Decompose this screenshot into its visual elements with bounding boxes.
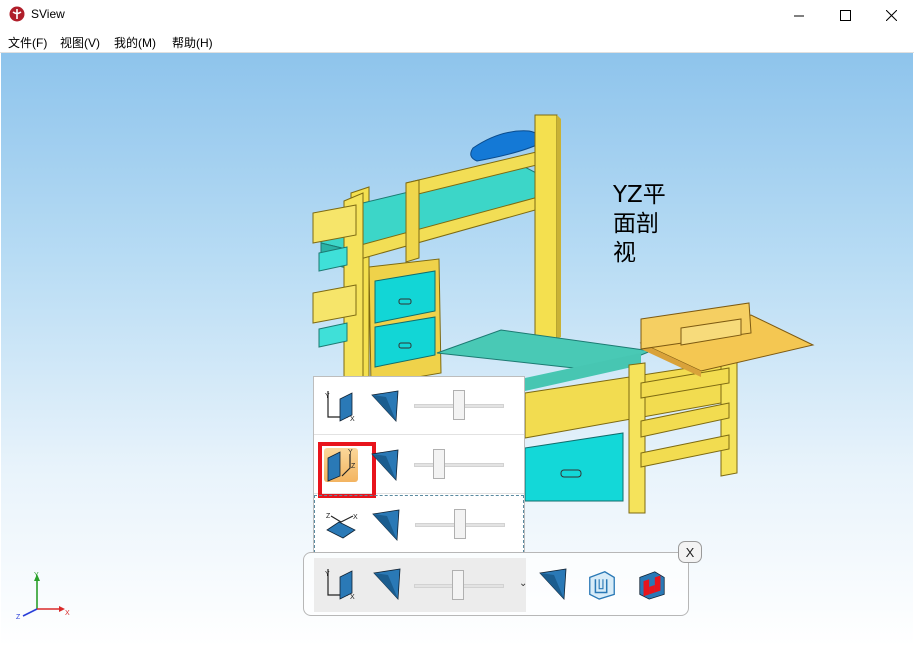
3d-viewport[interactable]: YZ平 面剖 视 Y X Y Z Z X Y X ⌄ X Y X Z xyxy=(1,53,913,646)
flip-section-icon[interactable] xyxy=(538,567,570,601)
svg-text:Z: Z xyxy=(326,513,331,520)
section-row-yz[interactable]: Y Z xyxy=(314,436,524,498)
section-toolbar: Y X ⌄ xyxy=(303,552,689,616)
menu-view[interactable]: 视图(V) xyxy=(60,34,100,51)
minimize-button[interactable] xyxy=(776,0,822,30)
menu-help[interactable]: 帮助(H) xyxy=(172,34,213,51)
svg-text:Z: Z xyxy=(16,614,21,621)
close-section-button[interactable]: X xyxy=(678,541,702,563)
flip-section-icon[interactable] xyxy=(370,448,402,482)
section-slider-thumb[interactable] xyxy=(433,449,445,479)
close-window-button[interactable] xyxy=(868,0,914,30)
section-label-line: 面剖 xyxy=(613,211,659,237)
section-row-zx[interactable]: Z X xyxy=(314,495,524,553)
menu-bar: 文件(F) 视图(V) 我的(M) 帮助(H) xyxy=(0,30,914,53)
svg-text:Y: Y xyxy=(325,393,330,400)
section-plane-panel: Y X Y Z Z X xyxy=(313,376,525,553)
section-outline-icon[interactable] xyxy=(586,567,618,601)
svg-text:Y: Y xyxy=(325,571,330,578)
yz-plane-button[interactable]: Y Z xyxy=(318,442,376,498)
flip-section-icon[interactable] xyxy=(371,508,403,542)
section-label-line: 视 xyxy=(613,240,636,266)
flip-section-icon xyxy=(373,568,401,600)
minimize-icon xyxy=(793,15,804,16)
sview-logo-icon xyxy=(9,6,25,22)
section-plane-combo[interactable]: Y X ⌄ xyxy=(314,558,527,612)
xy-plane-icon: Y X xyxy=(325,569,355,601)
close-icon xyxy=(885,9,897,21)
section-view-label: YZ平 面剖 视 xyxy=(613,181,673,268)
flip-section-icon[interactable] xyxy=(370,389,402,423)
svg-text:X: X xyxy=(65,610,70,617)
section-slider-thumb[interactable] xyxy=(453,390,465,420)
section-slider-track[interactable] xyxy=(414,463,504,467)
axis-triad-icon: Y X Z xyxy=(16,572,70,621)
svg-text:X: X xyxy=(350,416,355,423)
section-cap-icon[interactable] xyxy=(636,567,668,601)
xy-plane-icon[interactable]: Y X xyxy=(324,389,358,423)
section-row-xy[interactable]: Y X xyxy=(314,377,524,435)
menu-mine[interactable]: 我的(M) xyxy=(114,34,156,51)
selection-highlight-frame xyxy=(318,442,376,498)
zx-plane-icon[interactable]: Z X xyxy=(325,508,359,542)
maximize-button[interactable] xyxy=(822,0,868,30)
title-bar: SView xyxy=(0,0,914,30)
section-slider-thumb[interactable] xyxy=(454,509,466,539)
svg-text:X: X xyxy=(353,514,358,521)
svg-text:X: X xyxy=(350,594,355,601)
section-slider-thumb[interactable] xyxy=(452,570,464,600)
window-title: SView xyxy=(31,7,65,21)
maximize-icon xyxy=(839,9,851,21)
chevron-down-icon[interactable]: ⌄ xyxy=(519,578,527,589)
svg-text:Y: Y xyxy=(34,572,39,579)
menu-file[interactable]: 文件(F) xyxy=(8,34,47,51)
section-label-line: YZ平 xyxy=(613,182,666,208)
